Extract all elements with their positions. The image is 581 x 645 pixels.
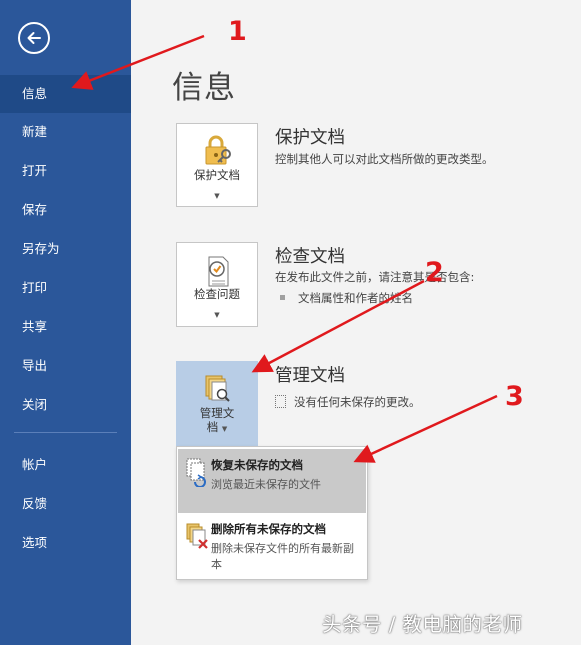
annotation-arrow-2 <box>251 279 425 373</box>
annotation-arrows <box>71 34 498 463</box>
annotation-arrow-3 <box>353 394 498 463</box>
annotation-number-2: 2 <box>425 257 444 288</box>
annotation-arrow-1 <box>71 34 205 90</box>
annotation-number-1: 1 <box>228 16 247 47</box>
watermark: 头条号 / 教电脑的老师 <box>322 613 523 636</box>
annotation-number-3: 3 <box>505 381 524 412</box>
